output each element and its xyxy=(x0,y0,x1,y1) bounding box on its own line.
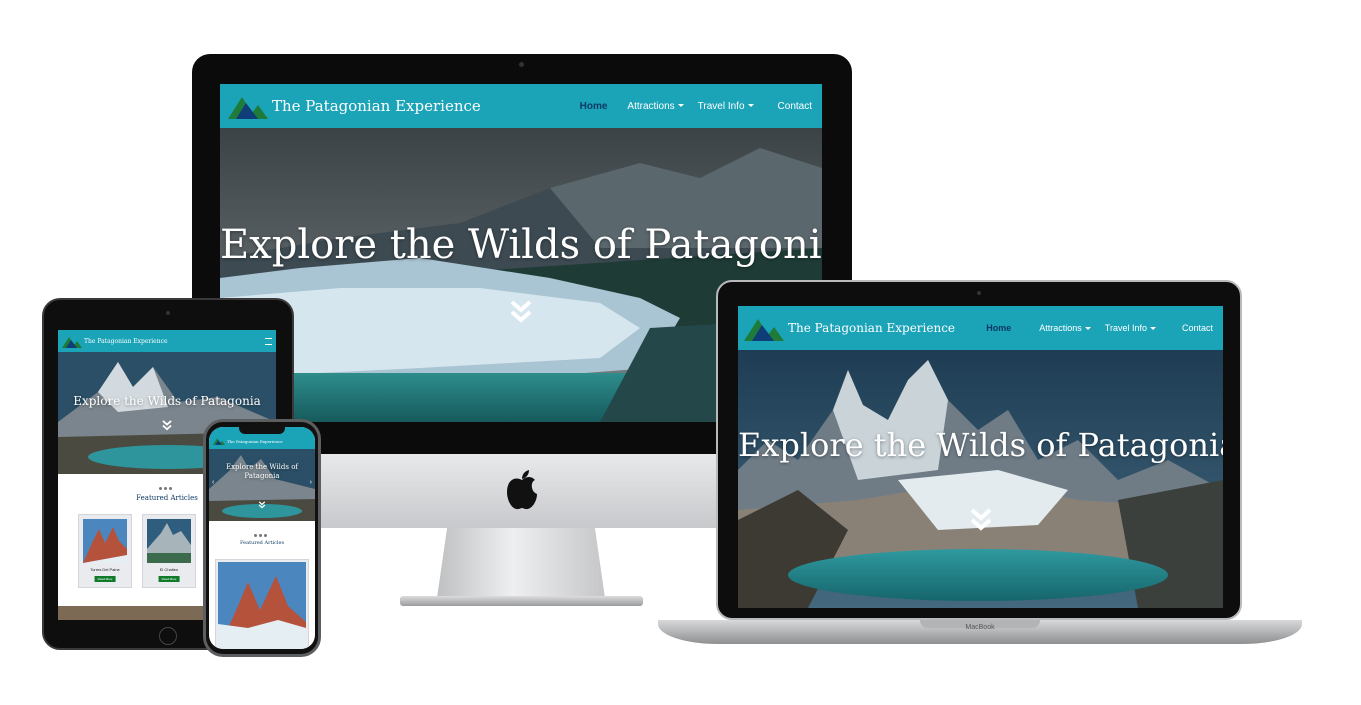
laptop-label: MacBook xyxy=(965,624,995,631)
brand-name: The Patagonian Experience xyxy=(788,321,956,335)
card-image xyxy=(83,519,127,563)
phone-notch xyxy=(239,427,285,434)
nav-attractions[interactable]: Attractions xyxy=(1039,323,1091,333)
hero-fitzroy-image xyxy=(738,350,1223,608)
card-image xyxy=(218,562,306,649)
card-title: Torres Del Paine xyxy=(90,567,120,572)
nav-links: Home Attractions Travel Info Contact xyxy=(580,101,812,112)
article-card[interactable] xyxy=(215,559,309,649)
hero-title: Explore the Wilds of Patagonia xyxy=(73,394,261,408)
imac-stand xyxy=(437,528,605,598)
hamburger-icon[interactable] xyxy=(265,337,272,345)
imac-camera xyxy=(519,62,524,67)
mountain-logo-icon xyxy=(62,335,82,348)
nav-toggle[interactable] xyxy=(265,337,272,345)
double-chevron-down-icon[interactable] xyxy=(162,420,172,431)
nav-home[interactable]: Home xyxy=(580,101,608,112)
laptop-screen: The Patagonian Experience Home Attractio… xyxy=(738,306,1223,608)
read-more-button[interactable]: Read More xyxy=(158,576,180,582)
apple-logo-icon xyxy=(507,470,537,510)
tablet-home-button xyxy=(159,627,177,645)
hero-fitzroy-image xyxy=(209,449,315,521)
nav-contact[interactable]: Contact xyxy=(1182,323,1213,333)
article-card[interactable]: Torres Del Paine Read More xyxy=(78,514,132,588)
double-chevron-down-icon[interactable] xyxy=(258,501,266,509)
card-image xyxy=(147,519,191,563)
nav-links: Home Attractions Travel Info Contact xyxy=(986,323,1213,333)
featured-heading: Featured Articles xyxy=(239,540,285,546)
brand-name: The Patagonian Experience xyxy=(84,337,168,345)
phone-screen: The Patagonian Experience Explore the Wi… xyxy=(209,427,315,649)
nav-attractions[interactable]: Attractions xyxy=(627,101,684,112)
brand[interactable]: The Patagonian Experience xyxy=(62,335,168,348)
mountain-logo-icon xyxy=(228,93,268,119)
double-chevron-down-icon[interactable] xyxy=(510,300,532,324)
hero-title: Explore the Wilds of Patagonia xyxy=(225,463,299,481)
brand-name: The Patagonian Experience xyxy=(272,97,481,115)
nav-travel-info[interactable]: Travel Info xyxy=(1105,323,1156,333)
double-chevron-down-icon[interactable] xyxy=(970,508,992,532)
caret-down-icon xyxy=(1149,327,1156,331)
navbar: The Patagonian Experience Home Attractio… xyxy=(738,306,1223,350)
hero-title: Explore the Wilds of Patagonia xyxy=(738,426,1223,464)
caret-down-icon xyxy=(747,104,754,108)
nav-travel-info[interactable]: Travel Info xyxy=(698,101,754,112)
hero: Explore the Wilds of Patagonia ‹ › xyxy=(209,449,315,521)
mountain-logo-icon xyxy=(744,315,784,341)
nav-home[interactable]: Home xyxy=(986,323,1011,333)
article-card[interactable]: El Chalten Read More xyxy=(142,514,196,588)
caret-down-icon xyxy=(1084,327,1091,331)
navbar: The Patagonian Experience Home Attractio… xyxy=(220,84,822,128)
carousel-indicators[interactable] xyxy=(158,477,173,495)
tablet-camera xyxy=(166,311,170,315)
brand-name: The Patagonian Experience xyxy=(227,438,283,444)
brand[interactable]: The Patagonian Experience xyxy=(213,437,283,445)
carousel-next-icon[interactable]: › xyxy=(310,479,312,486)
hero-title: Explore the Wilds of Patagonia xyxy=(220,222,822,268)
hero: Explore the Wilds of Patagonia xyxy=(738,350,1223,608)
imac-stand-foot xyxy=(400,596,643,606)
caret-down-icon xyxy=(677,104,684,108)
brand[interactable]: The Patagonian Experience xyxy=(744,315,955,341)
brand[interactable]: The Patagonian Experience xyxy=(228,93,481,119)
nav-contact[interactable]: Contact xyxy=(778,101,812,112)
carousel-prev-icon[interactable]: ‹ xyxy=(212,479,214,486)
mountain-logo-icon xyxy=(213,437,225,445)
laptop-camera xyxy=(977,291,981,295)
card-title: El Chalten xyxy=(159,567,179,572)
navbar: The Patagonian Experience xyxy=(58,330,276,352)
read-more-button[interactable]: Read More xyxy=(94,576,116,582)
